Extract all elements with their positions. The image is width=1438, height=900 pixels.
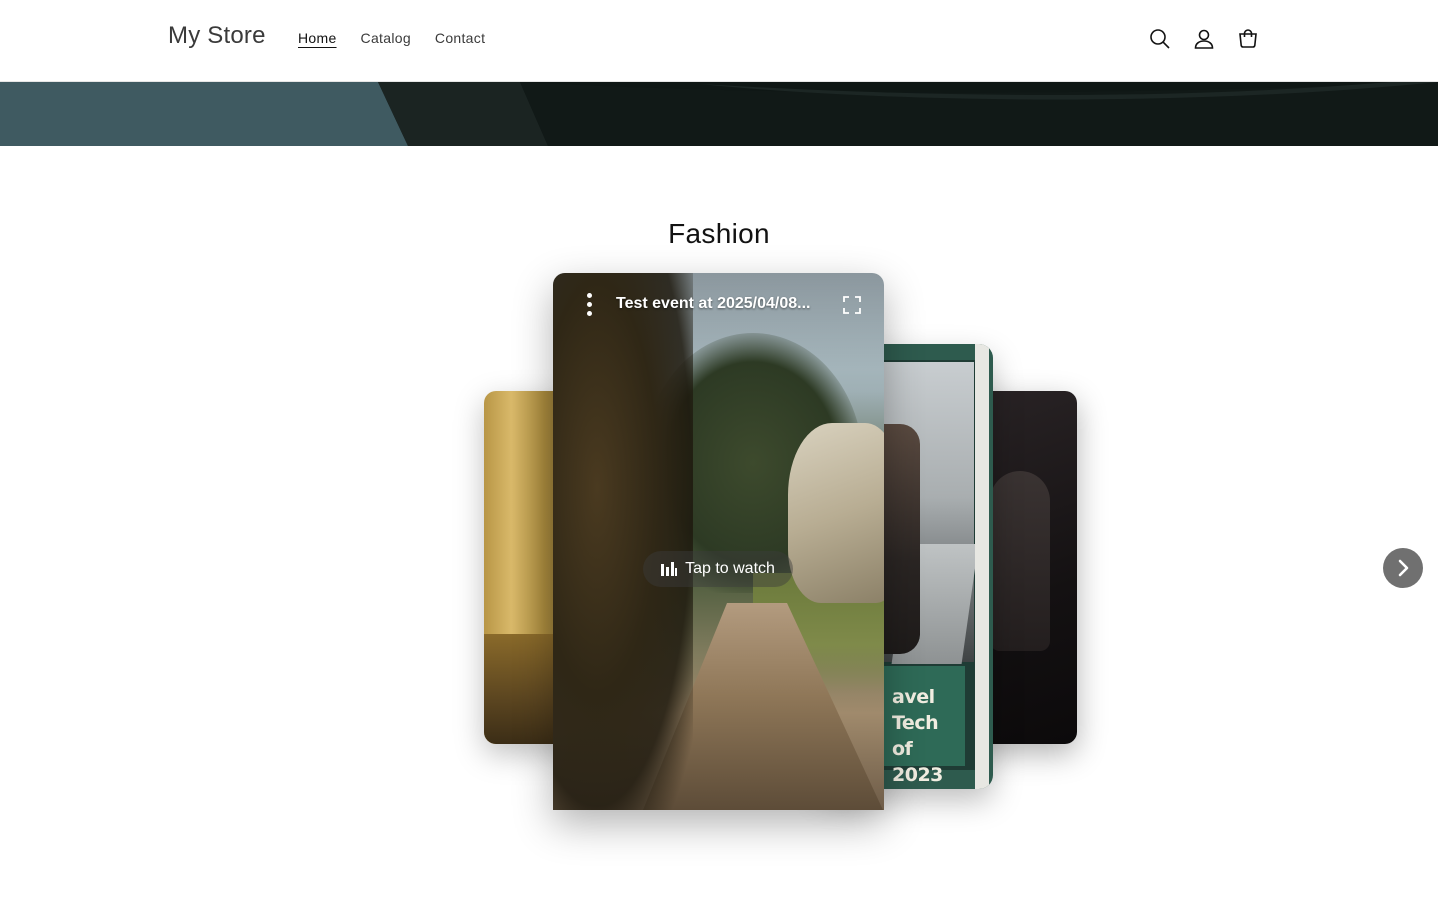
nav-catalog-link[interactable]: Catalog xyxy=(361,30,411,46)
card-banner-line2: of 2023 xyxy=(892,738,943,786)
video-title: Test event at 2025/04/08... xyxy=(616,295,811,312)
video-card-main[interactable]: Test event at 2025/04/08... Tap to watch xyxy=(553,273,884,810)
site-header: My Store Home Catalog Contact xyxy=(0,0,1438,82)
account-button[interactable] xyxy=(1192,24,1216,54)
tap-to-watch-button[interactable]: Tap to watch xyxy=(643,551,793,587)
tap-to-watch-label: Tap to watch xyxy=(685,560,775,577)
header-icons xyxy=(1148,24,1260,54)
card-top-bar: Test event at 2025/04/08... xyxy=(553,289,884,323)
cart-icon xyxy=(1239,29,1257,48)
search-icon xyxy=(1150,29,1170,49)
audio-bars-icon xyxy=(661,562,678,576)
store-logo[interactable]: My Store xyxy=(168,22,266,50)
fullscreen-icon[interactable] xyxy=(842,295,862,315)
carousel-next-button[interactable] xyxy=(1383,548,1423,588)
cart-button[interactable] xyxy=(1236,24,1260,54)
card-image-figure xyxy=(990,471,1050,651)
section-title: Fashion xyxy=(668,218,770,249)
card-image-foliage xyxy=(553,273,693,810)
hero-background-shapes xyxy=(0,82,1438,146)
more-options-icon[interactable] xyxy=(581,293,597,319)
chevron-right-icon xyxy=(1398,559,1409,577)
nav-home-link[interactable]: Home xyxy=(298,30,337,46)
nav-contact-link[interactable]: Contact xyxy=(435,30,485,46)
card-banner-line1: avel Tech xyxy=(892,686,939,734)
hero-banner xyxy=(0,82,1438,146)
card-decor-strip xyxy=(975,344,989,789)
main-nav: Home Catalog Contact xyxy=(298,30,509,46)
card-image-rock xyxy=(788,423,884,603)
account-icon xyxy=(1194,29,1214,49)
search-button[interactable] xyxy=(1148,24,1172,54)
